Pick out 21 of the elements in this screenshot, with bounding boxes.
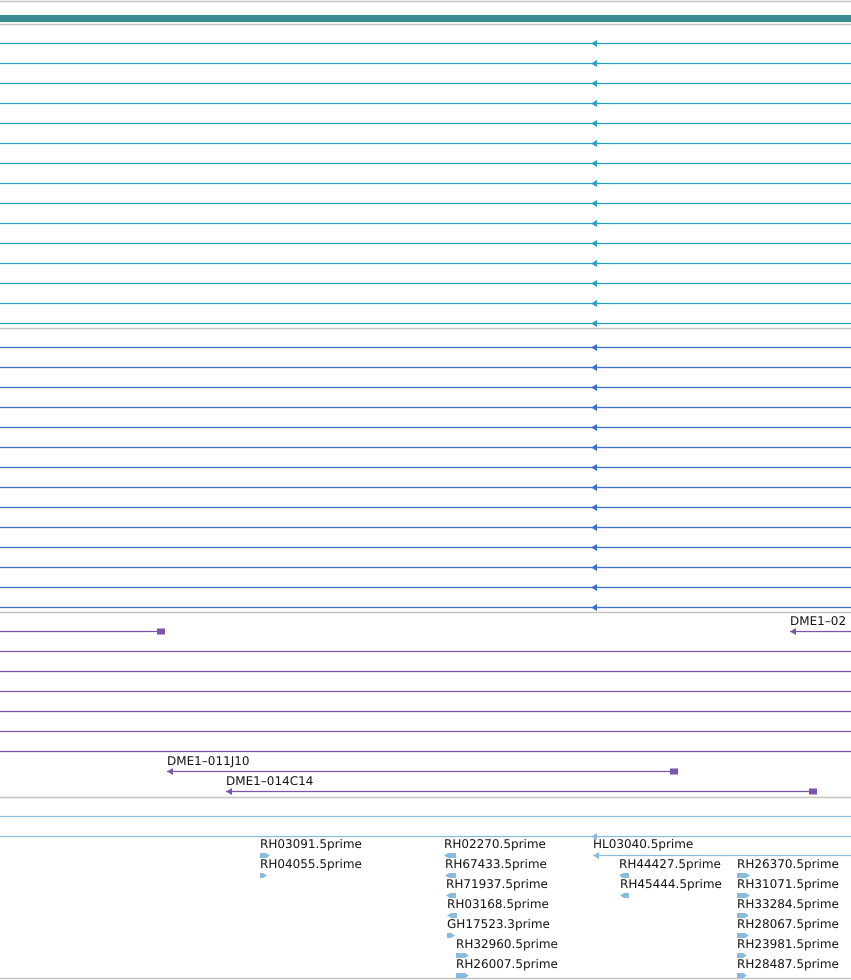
feature-label: RH33284.5prime [737, 897, 839, 911]
feature-label: RH03091.5prime [260, 837, 362, 851]
feature-label: RH71937.5prime [446, 877, 548, 891]
feature-label: GH17523.3prime [447, 917, 550, 931]
feature-label: RH02270.5prime [444, 837, 546, 851]
feature-label: HL03040.5prime [593, 837, 694, 851]
feature-label: RH26007.5prime [456, 957, 558, 971]
feature-label: RH44427.5prime [619, 857, 721, 871]
feature-label: DME1–02 [790, 614, 846, 628]
feature-label: RH26370.5prime [737, 857, 839, 871]
feature-label: RH45444.5prime [620, 877, 722, 891]
feature-label: RH23981.5prime [737, 937, 839, 951]
feature-label: DME1–011J10 [167, 754, 250, 768]
feature-label: RH67433.5prime [445, 857, 547, 871]
feature-label: RH04055.5prime [260, 857, 362, 871]
feature-label: RH28487.5prime [737, 957, 839, 971]
feature-label: RH03168.5prime [447, 897, 549, 911]
feature-label: DME1–014C14 [226, 774, 314, 788]
feature-label: RH31071.5prime [737, 877, 839, 891]
feature-label: RH28067.5prime [737, 917, 839, 931]
feature-label: RH32960.5prime [456, 937, 558, 951]
